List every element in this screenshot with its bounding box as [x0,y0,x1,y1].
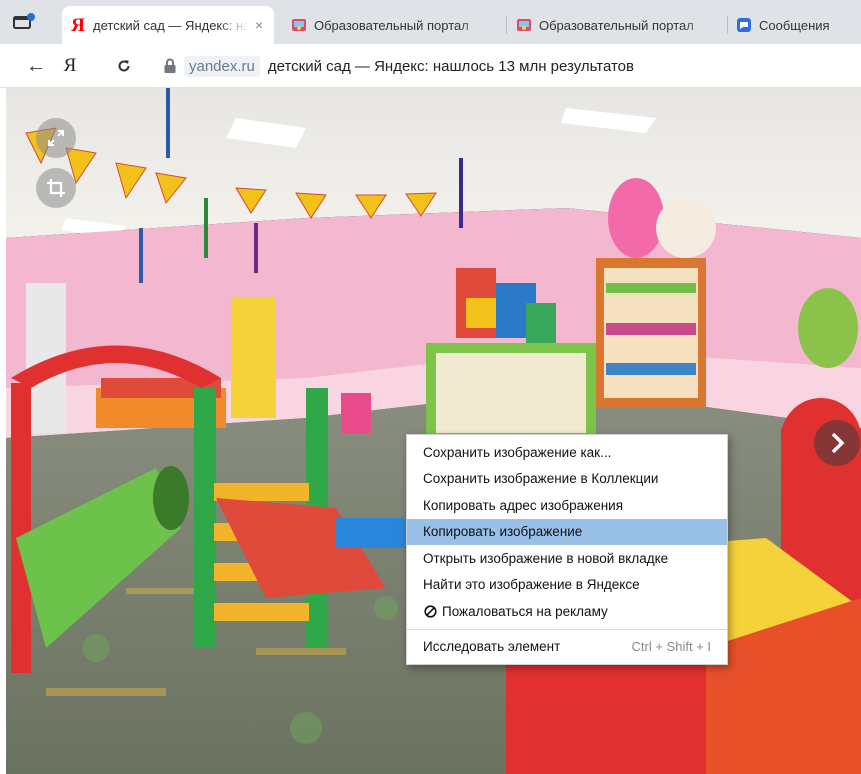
menu-item-label: Открыть изображение в новой вкладке [423,550,669,566]
menu-item-label: Пожаловаться на рекламу [442,603,608,619]
lock-icon[interactable] [160,56,180,76]
tab-separator [506,16,507,34]
crop-icon [47,179,65,197]
tab-title: Образовательный портал [314,17,469,33]
tab-bar: Я детский сад — Яндекс: нашлось 13 млн р… [0,0,861,44]
crop-button[interactable] [36,168,76,208]
menu-search-image-yandex[interactable]: Найти это изображение в Яндексе [407,572,727,599]
tabs-panel-icon[interactable] [12,12,36,32]
menu-separator [407,628,727,630]
tab-yandex-search[interactable]: Я детский сад — Яндекс: нашлось 13 млн р… [62,6,274,44]
back-arrow-icon: ← [26,54,46,77]
reload-icon [118,60,130,72]
address-toolbar: ← Я yandex.ru детский сад — Яндекс: нашл… [0,44,861,88]
image-context-menu: Сохранить изображение как... Сохранить и… [406,434,728,665]
yandex-home-icon: Я [63,55,77,76]
tab-close-icon[interactable]: × [255,17,263,33]
menu-open-image-new-tab[interactable]: Открыть изображение в новой вкладке [407,545,727,572]
kindergarten-photo[interactable] [6,88,861,774]
menu-copy-image[interactable]: Копировать изображение [407,518,727,545]
menu-inspect-element[interactable]: Исследовать элемент Ctrl + Shift + I [407,634,727,661]
portal-favicon-icon [291,17,307,33]
yandex-logo-icon: Я [71,14,85,36]
tab-title: Сообщения [759,17,830,33]
menu-save-to-collections[interactable]: Сохранить изображение в Коллекции [407,466,727,493]
menu-item-label: Сохранить изображение как... [423,444,612,460]
block-icon [423,604,437,618]
expand-icon [48,130,64,146]
messages-icon [736,17,752,33]
menu-copy-image-address[interactable]: Копировать адрес изображения [407,492,727,519]
menu-item-label: Исследовать элемент [423,639,561,655]
tab-title: детский сад — Яндекс: нашлось 13 млн рез… [93,17,249,33]
address-bar[interactable]: yandex.ru детский сад — Яндекс: нашлось … [160,53,634,79]
menu-item-label: Найти это изображение в Яндексе [423,577,640,593]
menu-save-image-as[interactable]: Сохранить изображение как... [407,439,727,466]
chevron-right-icon [831,432,845,454]
tab-title: Образовательный портал [539,17,694,33]
tab-messages[interactable]: Сообщения [728,6,861,44]
reload-button[interactable] [110,52,138,80]
back-button[interactable]: ← [22,52,50,80]
menu-report-ad[interactable]: Пожаловаться на рекламу [407,598,727,625]
portal-favicon-icon [516,17,532,33]
fullscreen-button[interactable] [36,118,76,158]
image-viewer[interactable] [6,88,861,774]
tab-portal-1[interactable]: Образовательный портал [283,6,501,44]
menu-item-label: Сохранить изображение в Коллекции [423,471,659,487]
menu-item-label: Копировать изображение [423,524,583,540]
tab-portal-2[interactable]: Образовательный портал [508,6,726,44]
page-title: детский сад — Яндекс: нашлось 13 млн рез… [267,57,634,75]
next-image-button[interactable] [814,420,860,466]
yandex-home-button[interactable]: Я [56,52,84,80]
domain-chip: yandex.ru [184,55,260,77]
menu-item-label: Копировать адрес изображения [423,497,624,513]
menu-shortcut: Ctrl + Shift + I [631,639,711,655]
